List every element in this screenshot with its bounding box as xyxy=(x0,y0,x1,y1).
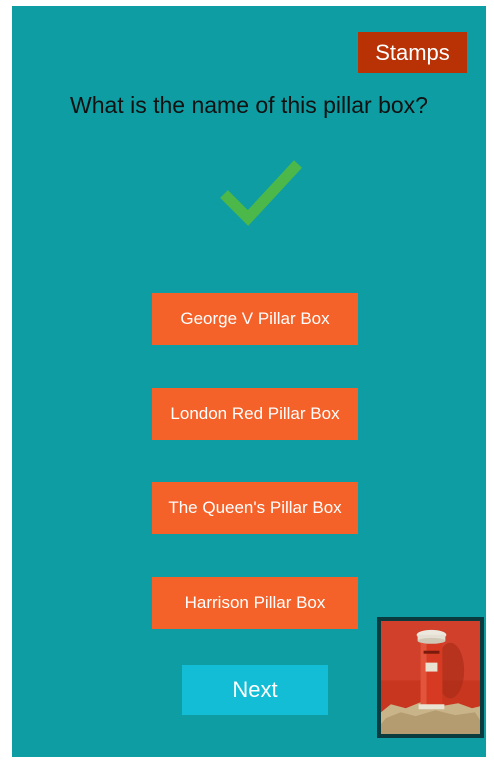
answer-label: Harrison Pillar Box xyxy=(184,593,326,612)
next-button[interactable]: Next xyxy=(182,665,328,715)
answer-button-2[interactable]: London Red Pillar Box xyxy=(152,388,358,440)
stamps-button-label: Stamps xyxy=(375,39,450,65)
answer-label: London Red Pillar Box xyxy=(170,404,340,423)
pillar-box-photo[interactable] xyxy=(377,617,484,738)
answer-button-3[interactable]: The Queen's Pillar Box xyxy=(152,482,358,534)
answer-label: The Queen's Pillar Box xyxy=(168,498,342,517)
next-button-label: Next xyxy=(232,677,278,702)
answer-label: George V Pillar Box xyxy=(180,309,330,328)
question-text: What is the name of this pillar box? xyxy=(70,92,428,118)
stamps-button[interactable]: Stamps xyxy=(358,32,467,73)
answer-button-4[interactable]: Harrison Pillar Box xyxy=(152,577,358,629)
quiz-screen: Stamps What is the name of this pillar b… xyxy=(12,6,486,757)
answer-button-1[interactable]: George V Pillar Box xyxy=(152,293,358,345)
pillar-box-image xyxy=(381,621,480,734)
checkmark-icon xyxy=(220,160,302,226)
